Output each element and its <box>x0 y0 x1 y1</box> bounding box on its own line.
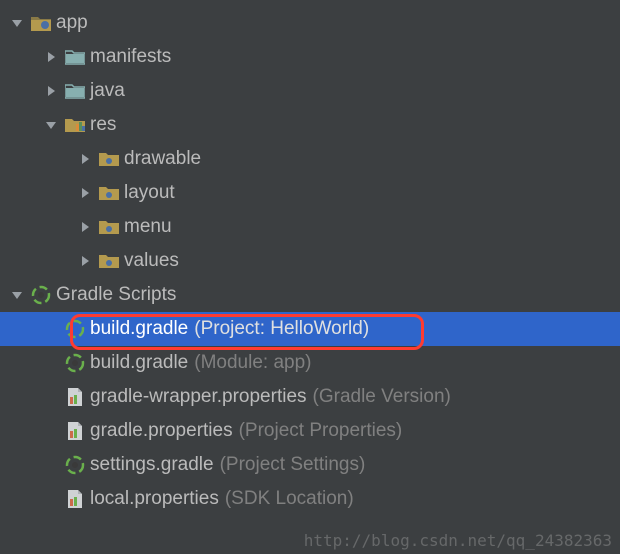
tree-item-build-gradle-module[interactable]: build.gradle (Module: app) <box>0 346 620 380</box>
tree-item-layout[interactable]: layout <box>0 176 620 210</box>
gradle-icon <box>64 318 86 340</box>
gradle-icon <box>64 454 86 476</box>
tree-label: build.gradle <box>90 352 188 374</box>
tree-item-gradle-properties[interactable]: gradle.properties (Project Properties) <box>0 414 620 448</box>
gradle-icon <box>30 284 52 306</box>
properties-file-icon <box>64 386 86 408</box>
tree-suffix: (Project: HelloWorld) <box>194 318 369 340</box>
tree-item-res[interactable]: res <box>0 108 620 142</box>
chevron-right-icon[interactable] <box>42 85 60 97</box>
tree-suffix: (Project Settings) <box>220 454 366 476</box>
chevron-right-icon[interactable] <box>76 255 94 267</box>
tree-label: local.properties <box>90 488 219 510</box>
tree-label: Gradle Scripts <box>56 284 176 306</box>
tree-label: layout <box>124 182 175 204</box>
tree-label: gradle.properties <box>90 420 233 442</box>
tree-item-build-gradle-project[interactable]: build.gradle (Project: HelloWorld) <box>0 312 620 346</box>
tree-item-drawable[interactable]: drawable <box>0 142 620 176</box>
tree-label: res <box>90 114 116 136</box>
tree-suffix: (SDK Location) <box>225 488 354 510</box>
chevron-down-icon[interactable] <box>42 119 60 131</box>
chevron-right-icon[interactable] <box>76 153 94 165</box>
gradle-icon <box>64 352 86 374</box>
resource-folder-icon <box>98 250 120 272</box>
tree-label: menu <box>124 216 172 238</box>
watermark: http://blog.csdn.net/qq_24382363 <box>304 531 612 550</box>
tree-item-settings-gradle[interactable]: settings.gradle (Project Settings) <box>0 448 620 482</box>
tree-label: drawable <box>124 148 201 170</box>
chevron-down-icon[interactable] <box>8 289 26 301</box>
folder-icon <box>64 46 86 68</box>
tree-suffix: (Module: app) <box>194 352 311 374</box>
resource-folder-icon <box>98 182 120 204</box>
properties-file-icon <box>64 420 86 442</box>
tree-item-values[interactable]: values <box>0 244 620 278</box>
chevron-down-icon[interactable] <box>8 17 26 29</box>
resources-folder-icon <box>64 114 86 136</box>
tree-label: build.gradle <box>90 318 188 340</box>
tree-item-menu[interactable]: menu <box>0 210 620 244</box>
tree-item-java[interactable]: java <box>0 74 620 108</box>
folder-icon <box>64 80 86 102</box>
tree-item-local-properties[interactable]: local.properties (SDK Location) <box>0 482 620 516</box>
tree-item-manifests[interactable]: manifests <box>0 40 620 74</box>
tree-suffix: (Project Properties) <box>239 420 403 442</box>
tree-item-gradle-scripts[interactable]: Gradle Scripts <box>0 278 620 312</box>
tree-label: app <box>56 12 88 34</box>
tree-label: java <box>90 80 125 102</box>
chevron-right-icon[interactable] <box>76 221 94 233</box>
tree-label: gradle-wrapper.properties <box>90 386 307 408</box>
tree-label: manifests <box>90 46 171 68</box>
chevron-right-icon[interactable] <box>76 187 94 199</box>
tree-item-app[interactable]: app <box>0 6 620 40</box>
resource-folder-icon <box>98 216 120 238</box>
tree-label: values <box>124 250 179 272</box>
chevron-right-icon[interactable] <box>42 51 60 63</box>
tree-suffix: (Gradle Version) <box>313 386 451 408</box>
tree-item-gradle-wrapper-properties[interactable]: gradle-wrapper.properties (Gradle Versio… <box>0 380 620 414</box>
tree-label: settings.gradle <box>90 454 214 476</box>
project-tree: app manifests java res <box>0 0 620 516</box>
module-folder-icon <box>30 12 52 34</box>
resource-folder-icon <box>98 148 120 170</box>
properties-file-icon <box>64 488 86 510</box>
